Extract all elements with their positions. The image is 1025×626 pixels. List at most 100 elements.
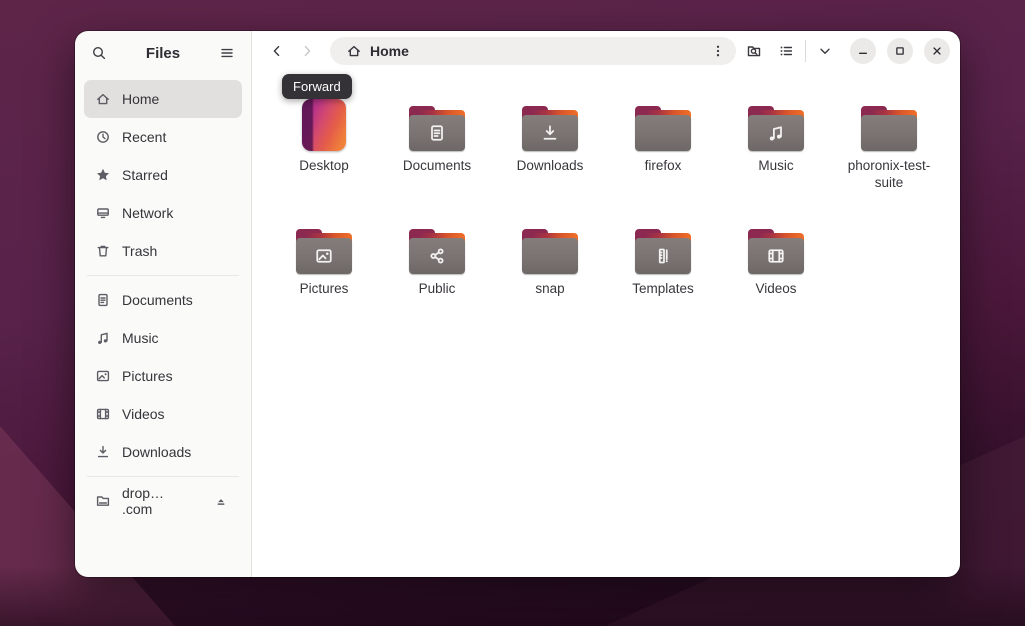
folder-tile-templates[interactable]: Templates [611, 220, 715, 298]
sidebar-item-starred[interactable]: Starred [84, 156, 242, 194]
sidebar-item-label: Trash [122, 243, 157, 259]
sidebar-item-label: Downloads [122, 444, 191, 460]
emblem-film-icon [766, 246, 786, 266]
sidebar-item-label: Music [122, 330, 159, 346]
folder-label: Downloads [517, 158, 584, 175]
folder-front [522, 115, 578, 151]
star-icon [95, 167, 111, 183]
folder-tile-downloads[interactable]: Downloads [498, 97, 602, 192]
sidebar-item-downloads[interactable]: Downloads [84, 433, 242, 471]
folder-label: Videos [755, 281, 796, 298]
maximize-button[interactable] [887, 38, 913, 64]
folder-tile-pictures[interactable]: Pictures [272, 220, 376, 298]
folder-label: firefox [645, 158, 682, 175]
sidebar-item-label: Network [122, 205, 173, 221]
sidebar-divider [87, 275, 239, 276]
sidebar-nav: Home Recent Starred Network Trash Documents Mu… [75, 73, 251, 520]
folder-tile-public[interactable]: Public [385, 220, 489, 298]
search-files-button[interactable] [738, 36, 770, 66]
folder-label: Templates [632, 281, 694, 298]
hamburger-menu-icon [219, 45, 235, 61]
sidebar-item-label: Videos [122, 406, 165, 422]
sidebar-item-label: Recent [122, 129, 166, 145]
emblem-template-icon [653, 246, 673, 266]
sidebar-item-music[interactable]: Music [84, 319, 242, 357]
sidebar-item-home[interactable]: Home [84, 80, 242, 118]
icon-box [522, 97, 578, 151]
folder-tile-desktop[interactable]: Desktop [272, 97, 376, 192]
folder-label: Pictures [300, 281, 349, 298]
icon-box [635, 97, 691, 151]
sidebar-divider [87, 476, 239, 477]
folder-front [409, 238, 465, 274]
folder-front [861, 115, 917, 151]
content-area: Desktop Documents Downloads firefox Musicpho… [252, 71, 960, 577]
app-title: Files [113, 45, 213, 62]
icon-box [635, 220, 691, 274]
file-grid: Desktop Documents Downloads firefox Musicpho… [272, 97, 960, 298]
folder-tile-firefox[interactable]: firefox [611, 97, 715, 192]
trash-icon [95, 243, 111, 259]
sidebar-item-label: Documents [122, 292, 193, 308]
sidebar-item-pictures[interactable]: Pictures [84, 357, 242, 395]
chevron-right-icon [299, 43, 315, 59]
search-icon [91, 45, 107, 61]
close-icon [930, 44, 944, 58]
list-view-toggle-button[interactable] [770, 36, 802, 66]
location-menu-button[interactable] [706, 39, 730, 63]
eject-button[interactable] [210, 489, 231, 513]
folder-icon [861, 106, 917, 151]
sidebar-item-documents[interactable]: Documents [84, 281, 242, 319]
folder-front [409, 115, 465, 151]
folder-icon [296, 229, 352, 274]
folder-icon [522, 229, 578, 274]
icon-box [409, 220, 465, 274]
chevron-down-icon [817, 43, 833, 59]
home-icon [346, 43, 362, 59]
sidebar-header: Files [75, 33, 251, 73]
folder-front [296, 238, 352, 274]
path-label: Home [370, 43, 409, 59]
icon-box [861, 97, 917, 151]
folder-tile-videos[interactable]: Videos [724, 220, 828, 298]
folder-icon [748, 106, 804, 151]
folder-front [748, 238, 804, 274]
sidebar-item-drop-com[interactable]: drop… .com [84, 482, 242, 520]
folder-front [635, 115, 691, 151]
folder-icon [409, 229, 465, 274]
recent-icon [95, 129, 111, 145]
minimize-icon [856, 44, 870, 58]
close-button[interactable] [924, 38, 950, 64]
kebab-menu-icon [710, 43, 726, 59]
eject-icon [214, 494, 228, 508]
folder-tile-music[interactable]: Music [724, 97, 828, 192]
folder-tile-documents[interactable]: Documents [385, 97, 489, 192]
sidebar-item-trash[interactable]: Trash [84, 232, 242, 270]
sidebar-item-label: Starred [122, 167, 168, 183]
sidebar-item-videos[interactable]: Videos [84, 395, 242, 433]
toolbar-separator [805, 40, 806, 62]
maximize-icon [893, 44, 907, 58]
back-button[interactable] [262, 36, 292, 66]
emblem-music-icon [766, 123, 786, 143]
folder-tile-phoronix-test-suite[interactable]: phoronix-test-suite [837, 97, 941, 192]
main-pane: Home Forward Desktop Documents Downloads fi… [252, 31, 960, 577]
sidebar-item-label: drop… .com [122, 485, 188, 517]
folder-icon [522, 106, 578, 151]
search-button[interactable] [85, 39, 113, 67]
home-icon [95, 91, 111, 107]
view-options-dropdown-button[interactable] [809, 36, 841, 66]
forward-tooltip: Forward [282, 74, 352, 99]
sidebar-item-recent[interactable]: Recent [84, 118, 242, 156]
folder-tile-snap[interactable]: snap [498, 220, 602, 298]
main-menu-button[interactable] [213, 39, 241, 67]
home-icon [346, 43, 362, 59]
icon-box [748, 97, 804, 151]
film-icon [95, 406, 111, 422]
path-bar[interactable]: Home [330, 37, 736, 65]
sidebar-item-network[interactable]: Network [84, 194, 242, 232]
folder-label: Documents [403, 158, 471, 175]
minimize-button[interactable] [850, 38, 876, 64]
forward-button[interactable] [292, 36, 322, 66]
folder-icon [748, 229, 804, 274]
